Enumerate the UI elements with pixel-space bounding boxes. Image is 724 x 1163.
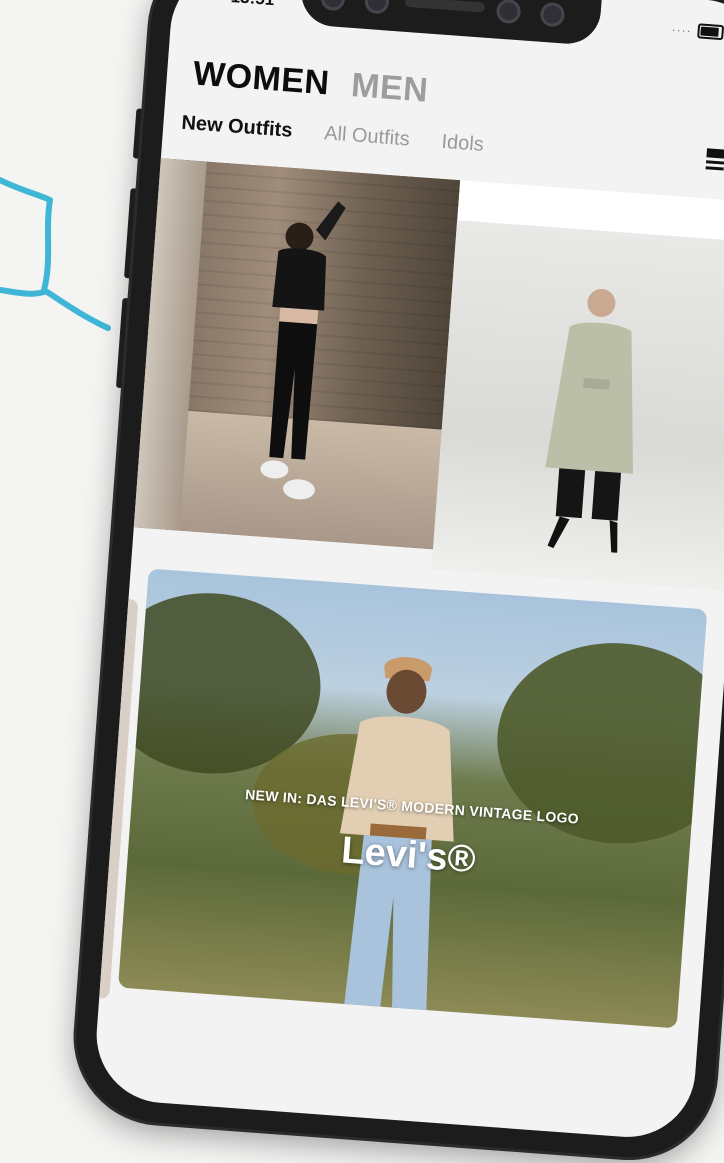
phone-frame: 13:51 ···· WOMEN MEN New Outfits All Out… xyxy=(70,0,724,1163)
signal-icon: ···· xyxy=(671,21,693,38)
gender-tabs: WOMEN MEN xyxy=(192,54,430,110)
tab-idols[interactable]: Idols xyxy=(441,131,485,157)
tab-men[interactable]: MEN xyxy=(350,66,430,111)
camera-notch xyxy=(299,0,603,47)
outfit-photo-1[interactable] xyxy=(133,158,461,550)
outfit-grid xyxy=(133,158,724,592)
face-id-icon xyxy=(539,1,566,28)
tab-women[interactable]: WOMEN xyxy=(192,54,331,103)
model-figure-1 xyxy=(260,201,346,500)
battery-icon xyxy=(697,23,724,41)
tab-all-outfits[interactable]: All Outfits xyxy=(323,122,410,151)
sensor-icon xyxy=(320,0,346,12)
front-camera-icon xyxy=(364,0,390,15)
outfit-tabs: New Outfits All Outfits Idols xyxy=(181,112,485,157)
app-screen: 13:51 ···· WOMEN MEN New Outfits All Out… xyxy=(91,0,724,1142)
status-time: 13:51 xyxy=(230,0,275,10)
model-figure-2 xyxy=(545,288,634,553)
tab-new-outfits[interactable]: New Outfits xyxy=(181,112,293,143)
promo-banner[interactable]: NEW IN: DAS LEVI'S® MODERN VINTAGE LOGO … xyxy=(118,568,708,1029)
menu-icon[interactable] xyxy=(705,148,724,171)
outfit-photo-2[interactable] xyxy=(431,220,724,592)
proximity-sensor-icon xyxy=(495,0,522,25)
earpiece-speaker xyxy=(404,0,486,13)
status-icons: ···· xyxy=(671,21,724,41)
